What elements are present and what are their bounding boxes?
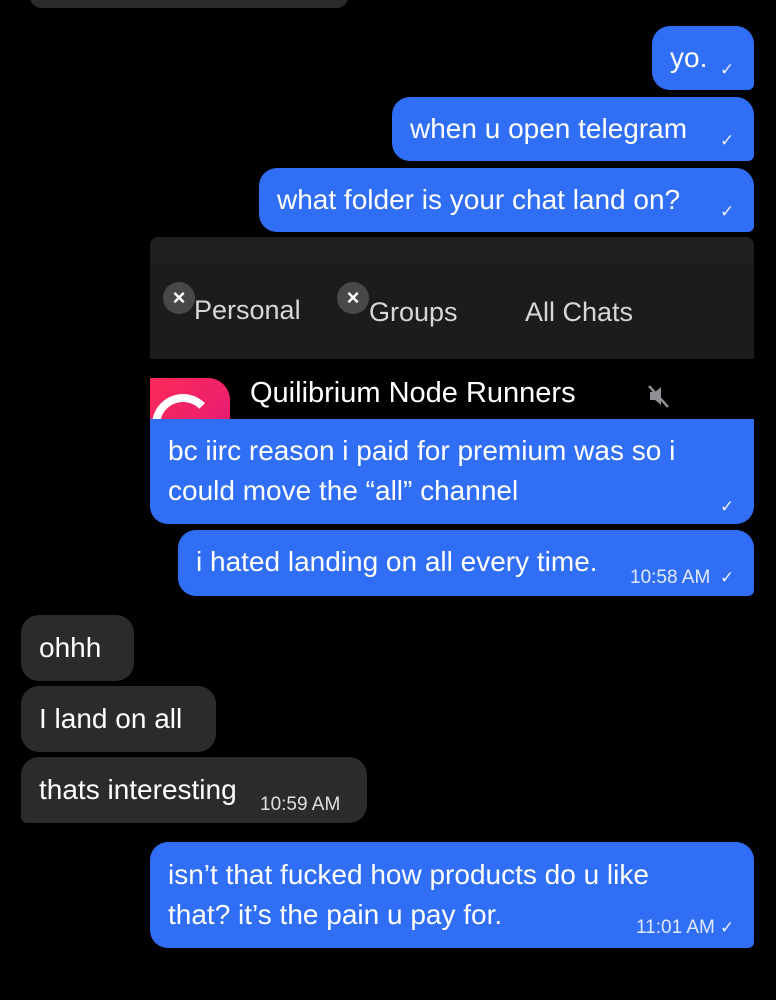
message-text: yo. <box>670 42 708 73</box>
message-timestamp: 11:01 AM <box>636 917 715 938</box>
tab-groups: Groups <box>369 297 458 327</box>
message-text-line: that? it’s the pain u pay for. <box>168 899 503 930</box>
folder-tabs-bar: × Personal × Groups All Chats <box>150 263 754 359</box>
embedded-telegram-screenshot[interactable]: × Personal × Groups All Chats Quilibrium… <box>150 237 754 419</box>
outgoing-message[interactable]: bc iirc reason i paid for premium was so… <box>150 419 754 524</box>
message-text: when u open telegram <box>410 113 688 144</box>
mute-icon <box>648 385 669 408</box>
read-check-icon: ✓ <box>720 918 735 937</box>
channel-name: Quilibrium Node Runners <box>250 377 576 409</box>
message-text: I land on all <box>39 703 183 734</box>
message-timestamp: 10:59 AM <box>260 794 341 815</box>
message-text: ohhh <box>39 632 102 663</box>
outgoing-message[interactable]: when u open telegram ✓ <box>392 97 754 161</box>
message-text-line: isn’t that fucked how products do u like <box>168 859 649 890</box>
incoming-message[interactable]: ohhh <box>21 615 134 681</box>
outgoing-message[interactable]: yo. ✓ <box>652 26 754 90</box>
screenshot-header-strip <box>150 237 754 263</box>
incoming-message[interactable]: I land on all <box>21 686 216 752</box>
message-text: what folder is your chat land on? <box>277 184 681 215</box>
message-text: thats interesting <box>39 774 237 805</box>
incoming-message[interactable]: thats interesting 10:59 AM <box>21 757 367 823</box>
outgoing-message[interactable]: isn’t that fucked how products do u like… <box>150 842 754 948</box>
message-text: i hated landing on all every time. <box>196 546 598 577</box>
read-check-icon: ✓ <box>720 60 735 79</box>
message-text-line: could move the “all” channel <box>168 475 519 506</box>
read-check-icon: ✓ <box>720 202 735 221</box>
close-icon: × <box>163 282 195 314</box>
previous-message-fragment <box>30 0 348 8</box>
channel-avatar <box>150 378 230 419</box>
read-check-icon: ✓ <box>720 131 735 150</box>
outgoing-message[interactable]: i hated landing on all every time. 10:58… <box>178 530 754 596</box>
tab-personal: Personal <box>194 295 301 325</box>
message-timestamp: 10:58 AM <box>630 567 711 588</box>
tab-all-chats: All Chats <box>525 297 634 327</box>
read-check-icon: ✓ <box>720 497 735 516</box>
close-icon: × <box>337 282 369 314</box>
message-text-line: bc iirc reason i paid for premium was so… <box>168 435 676 466</box>
outgoing-message[interactable]: what folder is your chat land on? ✓ <box>259 168 754 232</box>
read-check-icon: ✓ <box>720 568 735 587</box>
